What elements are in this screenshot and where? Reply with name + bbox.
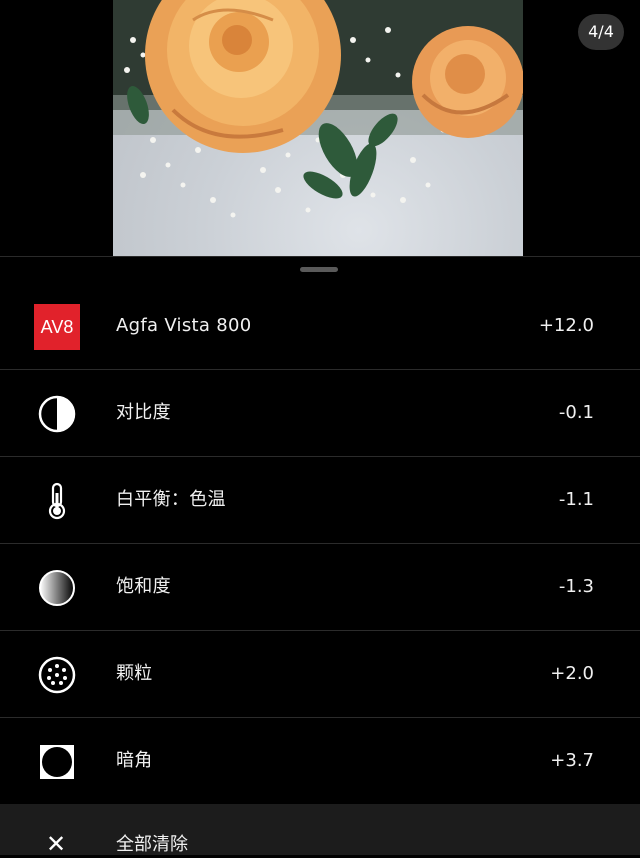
contrast-icon <box>34 391 80 437</box>
adjustments-sheet: AV8 Agfa Vista 800 +12.0 对比度 -0.1 白平衡：色温… <box>0 256 640 858</box>
adjustment-name: 对比度 <box>116 402 171 423</box>
adjustment-value: -0.1 <box>558 402 594 423</box>
preset-badge-label: AV8 <box>34 304 80 350</box>
adjustment-value: +12.0 <box>538 315 594 336</box>
thermometer-icon <box>34 478 80 524</box>
adjustment-row-film-preset[interactable]: AV8 Agfa Vista 800 +12.0 <box>0 283 640 370</box>
saturation-icon <box>34 565 80 611</box>
sheet-drag-handle[interactable] <box>300 267 338 272</box>
adjustment-name: 颗粒 <box>116 663 153 684</box>
grain-icon <box>34 652 80 698</box>
vignette-icon <box>34 739 80 785</box>
roses-photo-illustration <box>113 0 523 218</box>
adjustment-value: -1.1 <box>558 489 594 510</box>
edited-photo[interactable] <box>113 0 523 256</box>
adjustment-row-vignette[interactable]: 暗角 +3.7 <box>0 718 640 805</box>
adjustment-name: 白平衡：色温 <box>116 489 226 510</box>
photo-viewer[interactable]: 4/4 <box>0 0 640 256</box>
adjustment-name: Agfa Vista 800 <box>116 315 252 336</box>
adjustment-name: 饱和度 <box>116 576 171 597</box>
clear-all-button[interactable]: ✕ 全部清除 <box>0 804 640 858</box>
film-preset-badge: AV8 <box>34 304 80 350</box>
clear-all-label: 全部清除 <box>116 834 188 855</box>
page-counter: 4/4 <box>578 14 624 50</box>
adjustment-value: +3.7 <box>550 750 594 771</box>
adjustment-value: +2.0 <box>550 663 594 684</box>
adjustment-name: 暗角 <box>116 750 153 771</box>
close-icon: ✕ <box>46 830 67 858</box>
adjustment-row-grain[interactable]: 颗粒 +2.0 <box>0 631 640 718</box>
adjustment-row-white-balance[interactable]: 白平衡：色温 -1.1 <box>0 457 640 544</box>
adjustment-row-saturation[interactable]: 饱和度 -1.3 <box>0 544 640 631</box>
adjustment-value: -1.3 <box>558 576 594 597</box>
adjustment-row-contrast[interactable]: 对比度 -0.1 <box>0 370 640 457</box>
